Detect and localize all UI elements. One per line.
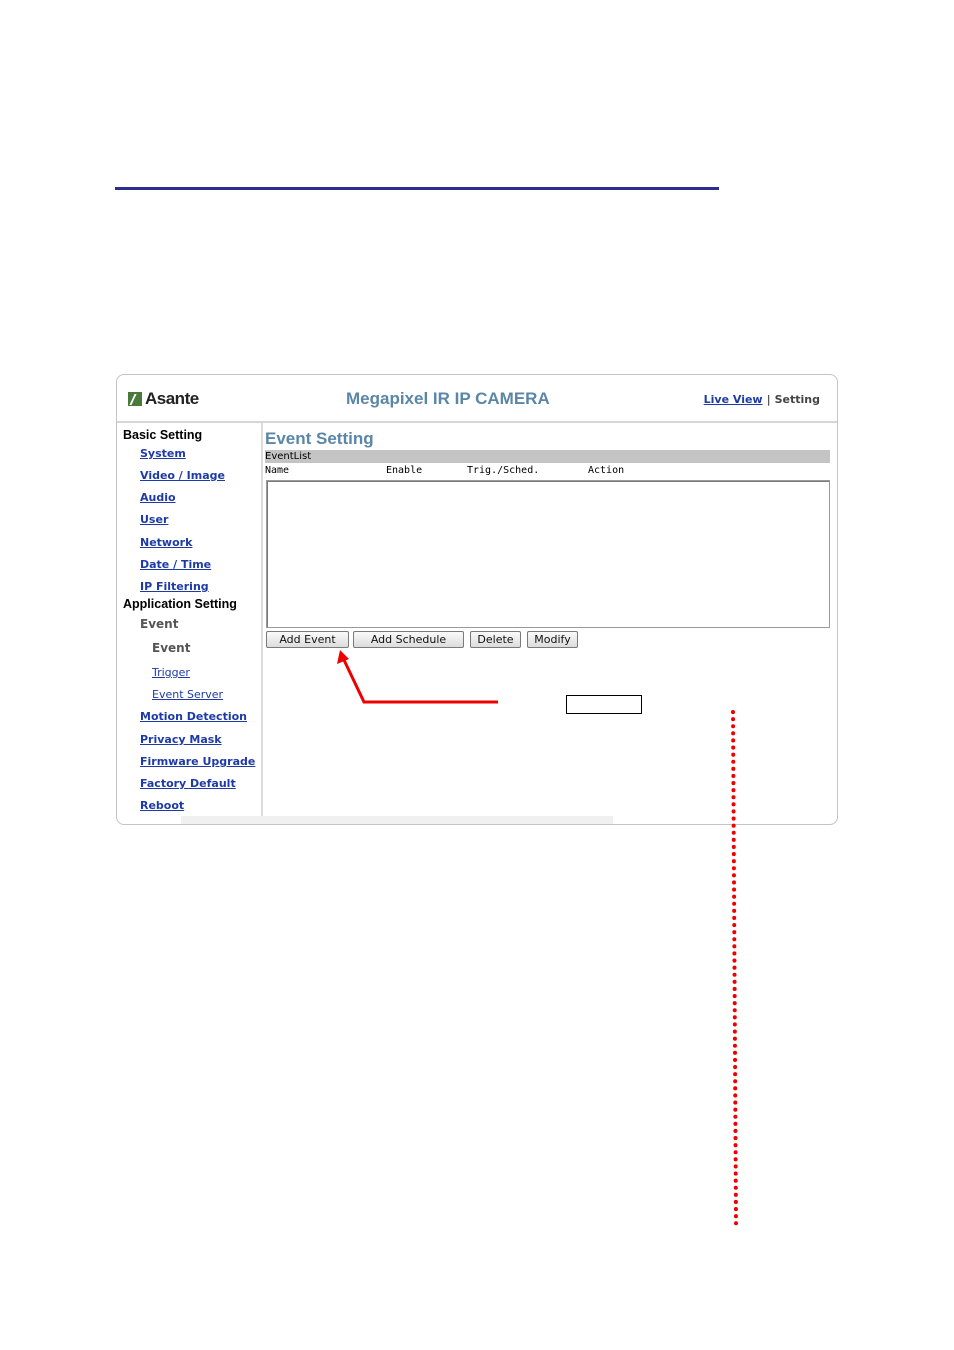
add-schedule-button[interactable]: Add Schedule <box>353 631 464 648</box>
page-divider-rule <box>115 187 719 190</box>
horizontal-scroll-strip <box>181 816 613 824</box>
sidebar-heading-basic: Basic Setting <box>123 428 203 442</box>
add-event-button[interactable]: Add Event <box>266 631 349 648</box>
brand-logo: Asante <box>128 389 199 409</box>
sidebar-item-firmware-upgrade[interactable]: Firmware Upgrade <box>140 755 255 768</box>
settings-sidebar: Basic Setting System Video / Image Audio… <box>117 423 263 824</box>
setting-nav-current[interactable]: Setting <box>775 393 820 406</box>
app-header: Asante Megapixel IR IP CAMERA Live View |… <box>117 375 837 423</box>
column-enable: Enable <box>386 465 423 476</box>
sidebar-item-privacy-mask[interactable]: Privacy Mask <box>140 733 222 746</box>
app-title: Megapixel IR IP CAMERA <box>346 389 550 408</box>
sidebar-item-date-time[interactable]: Date / Time <box>140 558 211 571</box>
column-name: Name <box>265 465 290 476</box>
column-action: Action <box>588 465 625 476</box>
sidebar-group-event[interactable]: Event <box>140 617 178 631</box>
sidebar-subitem-event-active[interactable]: Event <box>152 641 190 655</box>
sidebar-item-ip-filtering[interactable]: IP Filtering <box>140 580 209 593</box>
sidebar-subitem-trigger[interactable]: Trigger <box>152 666 190 679</box>
live-view-link[interactable]: Live View <box>704 393 763 406</box>
page-title: Event Setting <box>265 429 374 448</box>
delete-button[interactable]: Delete <box>470 631 521 648</box>
sidebar-heading-application: Application Setting <box>123 597 237 611</box>
asante-logo-icon <box>128 392 142 406</box>
event-list-bar: EventList <box>265 450 830 463</box>
camera-settings-window: Asante Megapixel IR IP CAMERA Live View |… <box>116 374 838 825</box>
sidebar-item-motion-detection[interactable]: Motion Detection <box>140 710 247 723</box>
sidebar-subitem-event-server[interactable]: Event Server <box>152 688 223 701</box>
brand-name: Asante <box>145 389 199 408</box>
sidebar-item-user[interactable]: User <box>140 513 168 526</box>
event-list-box[interactable] <box>266 480 830 628</box>
callout-box <box>566 695 642 714</box>
sidebar-item-video-image[interactable]: Video / Image <box>140 469 225 482</box>
nav-separator: | <box>766 393 771 406</box>
main-content: Event Setting EventList Name Enable Trig… <box>265 423 831 824</box>
sidebar-item-factory-default[interactable]: Factory Default <box>140 777 236 790</box>
top-nav: Live View | Setting <box>704 393 820 406</box>
sidebar-item-audio[interactable]: Audio <box>140 491 176 504</box>
sidebar-item-reboot[interactable]: Reboot <box>140 799 184 812</box>
column-trig-sched: Trig./Sched. <box>467 465 540 476</box>
modify-button[interactable]: Modify <box>527 631 578 648</box>
sidebar-item-system[interactable]: System <box>140 447 186 460</box>
sidebar-item-network[interactable]: Network <box>140 536 192 549</box>
